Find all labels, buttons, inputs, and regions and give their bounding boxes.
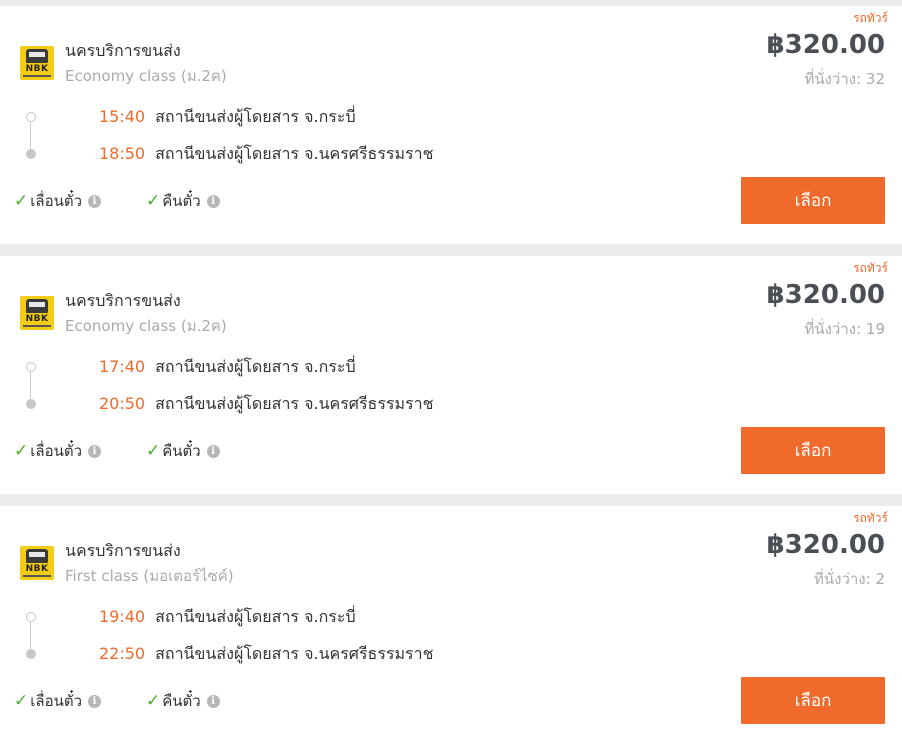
departure-stop: 15:40 สถานีขนส่งผู้โดยสาร จ.กระบี่ (99, 105, 356, 130)
destination-dot-icon (26, 149, 36, 159)
operator-name: นครบริการขนส่ง (65, 541, 181, 560)
feature-reschedule: ✓ เลื่อนตั๋ว i (14, 189, 101, 213)
select-button[interactable]: เลือก (741, 427, 885, 474)
feature-refund: ✓ คืนตั๋ว i (146, 439, 220, 463)
seats-available: ที่นั่งว่าง: 2 (813, 570, 885, 588)
departure-station: สถานีขนส่งผู้โดยสาร จ.กระบี่ (155, 357, 356, 376)
origin-dot-icon (26, 112, 36, 122)
departure-stop: 19:40 สถานีขนส่งผู้โดยสาร จ.กระบี่ (99, 605, 356, 630)
departure-stop: 17:40 สถานีขนส่งผู้โดยสาร จ.กระบี่ (99, 355, 356, 380)
logo-text: NBK (25, 64, 49, 74)
check-icon: ✓ (146, 191, 161, 211)
feature-reschedule: ✓ เลื่อนตั๋ว i (14, 439, 101, 463)
route-timeline (26, 612, 36, 659)
bus-icon (26, 49, 48, 63)
arrival-stop: 20:50 สถานีขนส่งผู้โดยสาร จ.นครศรีธรรมราช (99, 392, 433, 417)
operator-logo: NBK (20, 546, 54, 580)
price: ฿320.00 (766, 30, 885, 60)
arrival-station: สถานีขนส่งผู้โดยสาร จ.นครศรีธรรมราช (155, 144, 434, 163)
feature-reschedule-label: เลื่อนตั๋ว (30, 442, 82, 460)
trip-card: NBK นครบริการขนส่ง Economy class (ม.2ค) … (0, 256, 902, 494)
bus-type-tag: รถทัวร์ (853, 511, 888, 525)
operator-logo: NBK (20, 46, 54, 80)
origin-dot-icon (26, 612, 36, 622)
seats-available: ที่นั่งว่าง: 32 (804, 70, 885, 88)
check-icon: ✓ (14, 691, 29, 711)
info-icon[interactable]: i (206, 444, 220, 458)
info-icon[interactable]: i (88, 194, 101, 208)
feature-refund-label: คืนตั๋ว (162, 692, 201, 710)
route-timeline (26, 362, 36, 409)
route-timeline (26, 112, 36, 159)
departure-time: 17:40 (99, 357, 146, 376)
info-icon[interactable]: i (88, 444, 101, 458)
price: ฿320.00 (766, 280, 885, 310)
logo-text: NBK (25, 314, 49, 324)
operator-name: นครบริการขนส่ง (65, 291, 181, 310)
bus-type-tag: รถทัวร์ (853, 261, 888, 275)
arrival-stop: 22:50 สถานีขนส่งผู้โดยสาร จ.นครศรีธรรมราช (99, 642, 433, 667)
destination-dot-icon (26, 399, 36, 409)
arrival-station: สถานีขนส่งผู้โดยสาร จ.นครศรีธรรมราช (155, 394, 434, 413)
operator-logo: NBK (20, 296, 54, 330)
arrival-time: 22:50 (99, 644, 146, 663)
price: ฿320.00 (766, 530, 885, 560)
seats-available: ที่นั่งว่าง: 19 (804, 320, 885, 338)
departure-station: สถานีขนส่งผู้โดยสาร จ.กระบี่ (155, 607, 356, 626)
trip-card: NBK นครบริการขนส่ง First class (มอเตอร์ไ… (0, 506, 902, 744)
select-button[interactable]: เลือก (741, 177, 885, 224)
trip-card: NBK นครบริการขนส่ง Economy class (ม.2ค) … (0, 6, 902, 244)
arrival-time: 18:50 (99, 144, 146, 163)
departure-time: 19:40 (99, 607, 146, 626)
operator-name: นครบริการขนส่ง (65, 41, 181, 60)
feature-refund-label: คืนตั๋ว (162, 442, 201, 460)
info-icon[interactable]: i (88, 694, 101, 708)
departure-station: สถานีขนส่งผู้โดยสาร จ.กระบี่ (155, 107, 356, 126)
select-button[interactable]: เลือก (741, 677, 885, 724)
info-icon[interactable]: i (206, 694, 220, 708)
feature-refund: ✓ คืนตั๋ว i (146, 189, 220, 213)
feature-reschedule-label: เลื่อนตั๋ว (30, 692, 82, 710)
arrival-station: สถานีขนส่งผู้โดยสาร จ.นครศรีธรรมราช (155, 644, 434, 663)
destination-dot-icon (26, 649, 36, 659)
feature-refund-label: คืนตั๋ว (162, 192, 201, 210)
trip-list: NBK นครบริการขนส่ง Economy class (ม.2ค) … (0, 0, 902, 744)
bus-class: Economy class (ม.2ค) (65, 317, 227, 335)
bus-type-tag: รถทัวร์ (853, 11, 888, 25)
check-icon: ✓ (14, 191, 29, 211)
check-icon: ✓ (14, 441, 29, 461)
arrival-time: 20:50 (99, 394, 146, 413)
bus-class: First class (มอเตอร์ไซค์) (65, 567, 234, 585)
check-icon: ✓ (146, 691, 161, 711)
bus-icon (26, 549, 48, 563)
origin-dot-icon (26, 362, 36, 372)
feature-refund: ✓ คืนตั๋ว i (146, 689, 220, 713)
arrival-stop: 18:50 สถานีขนส่งผู้โดยสาร จ.นครศรีธรรมราช (99, 142, 433, 167)
feature-reschedule-label: เลื่อนตั๋ว (30, 192, 82, 210)
departure-time: 15:40 (99, 107, 146, 126)
check-icon: ✓ (146, 441, 161, 461)
info-icon[interactable]: i (206, 194, 220, 208)
logo-text: NBK (25, 564, 49, 574)
bus-icon (26, 299, 48, 313)
feature-reschedule: ✓ เลื่อนตั๋ว i (14, 689, 101, 713)
bus-class: Economy class (ม.2ค) (65, 67, 227, 85)
